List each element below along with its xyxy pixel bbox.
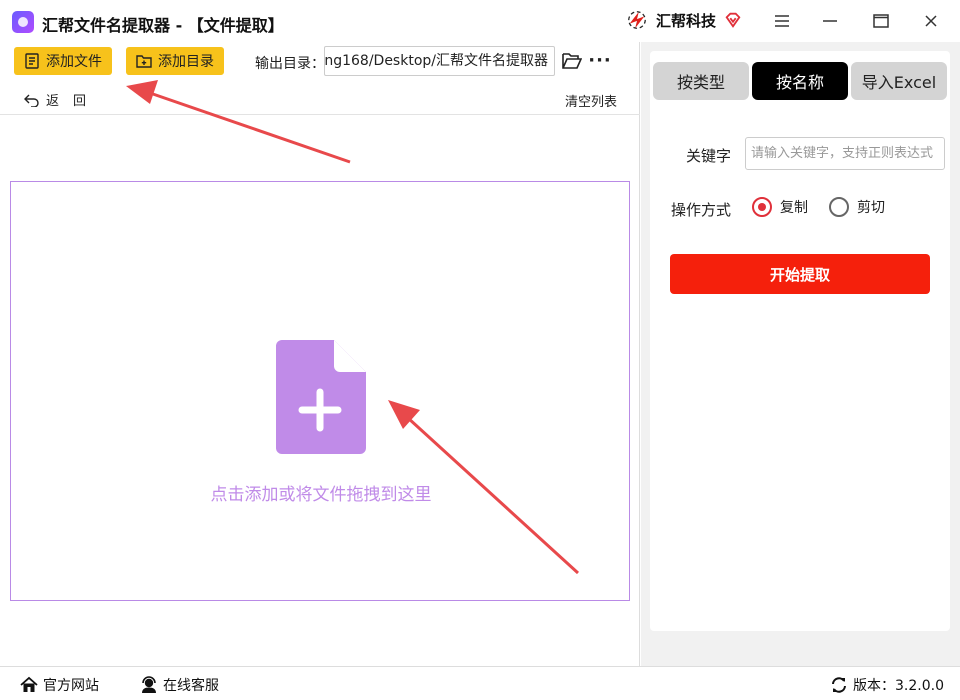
support-label: 在线客服 [163,678,219,694]
output-dir-label: 输出目录： [255,56,325,72]
version-label: 版本：3.2.0.0 [853,678,944,694]
radio-copy[interactable]: 复制 [752,197,808,217]
customer-service-icon [142,676,156,693]
folder-plus-icon [136,55,152,68]
app-logo-icon [12,11,34,33]
add-file-icon [276,340,366,454]
add-folder-label: 添加目录 [158,54,214,70]
add-file-label: 添加文件 [46,54,102,70]
radio-cut-label: 剪切 [857,200,885,216]
keyword-label: 关键字 [686,147,732,165]
brand[interactable]: 汇帮科技 [626,9,742,31]
undo-arrow-icon [24,94,39,107]
file-drop-zone[interactable]: 点击添加或将文件拖拽到这里 [10,181,630,601]
file-list-panel: 添加文件 添加目录 输出目录： ang168/Desktop/汇帮文件名提取器 … [0,42,640,666]
refresh-icon [832,677,846,693]
add-folder-button[interactable]: 添加目录 [126,47,224,75]
brand-logo-icon [628,11,646,29]
output-dir-field[interactable]: ang168/Desktop/汇帮文件名提取器 [324,46,555,76]
output-dir-value: ang168/Desktop/汇帮文件名提取器 [324,53,548,69]
radio-cut-dot[interactable] [829,197,849,217]
back-label: 返回 [46,94,101,109]
keyword-input[interactable] [745,137,945,170]
title-bar: 汇帮文件名提取器 - 【文件提取】 汇帮科技 [0,0,960,42]
vip-diamond-icon[interactable] [724,11,742,29]
minimize-icon[interactable] [815,8,845,34]
support-link[interactable]: 在线客服 [140,675,219,695]
tab-import-excel[interactable]: 导入Excel [851,62,947,100]
clear-list-button[interactable]: 清空列表 [565,91,617,110]
window-title: 汇帮文件名提取器 - 【文件提取】 [42,16,284,35]
back-button[interactable]: 返回 [24,90,100,109]
file-list-icon [25,53,39,69]
start-extract-button[interactable]: 开始提取 [670,254,930,294]
maximize-icon[interactable] [866,8,896,34]
drop-hint: 点击添加或将文件拖拽到这里 [210,485,432,505]
radio-copy-label: 复制 [780,200,808,216]
tab-by-type[interactable]: 按类型 [653,62,749,100]
menu-icon[interactable] [767,8,797,34]
website-link[interactable]: 官方网站 [20,675,99,695]
brand-name: 汇帮科技 [656,11,717,30]
operation-label: 操作方式 [671,201,732,219]
home-icon [20,676,38,692]
toolbar-divider [0,114,640,115]
version-info[interactable]: 版本：3.2.0.0 [830,675,944,695]
add-file-button[interactable]: 添加文件 [14,47,112,75]
more-options-icon[interactable]: ··· [588,50,611,71]
status-bar: 官方网站 在线客服 版本：3.2.0.0 [0,666,960,700]
website-label: 官方网站 [43,678,99,694]
tab-by-name[interactable]: 按名称 [752,62,848,100]
radio-cut[interactable]: 剪切 [829,197,885,217]
radio-copy-dot[interactable] [752,197,772,217]
folder-open-icon[interactable] [562,52,582,70]
close-icon[interactable] [916,8,946,34]
